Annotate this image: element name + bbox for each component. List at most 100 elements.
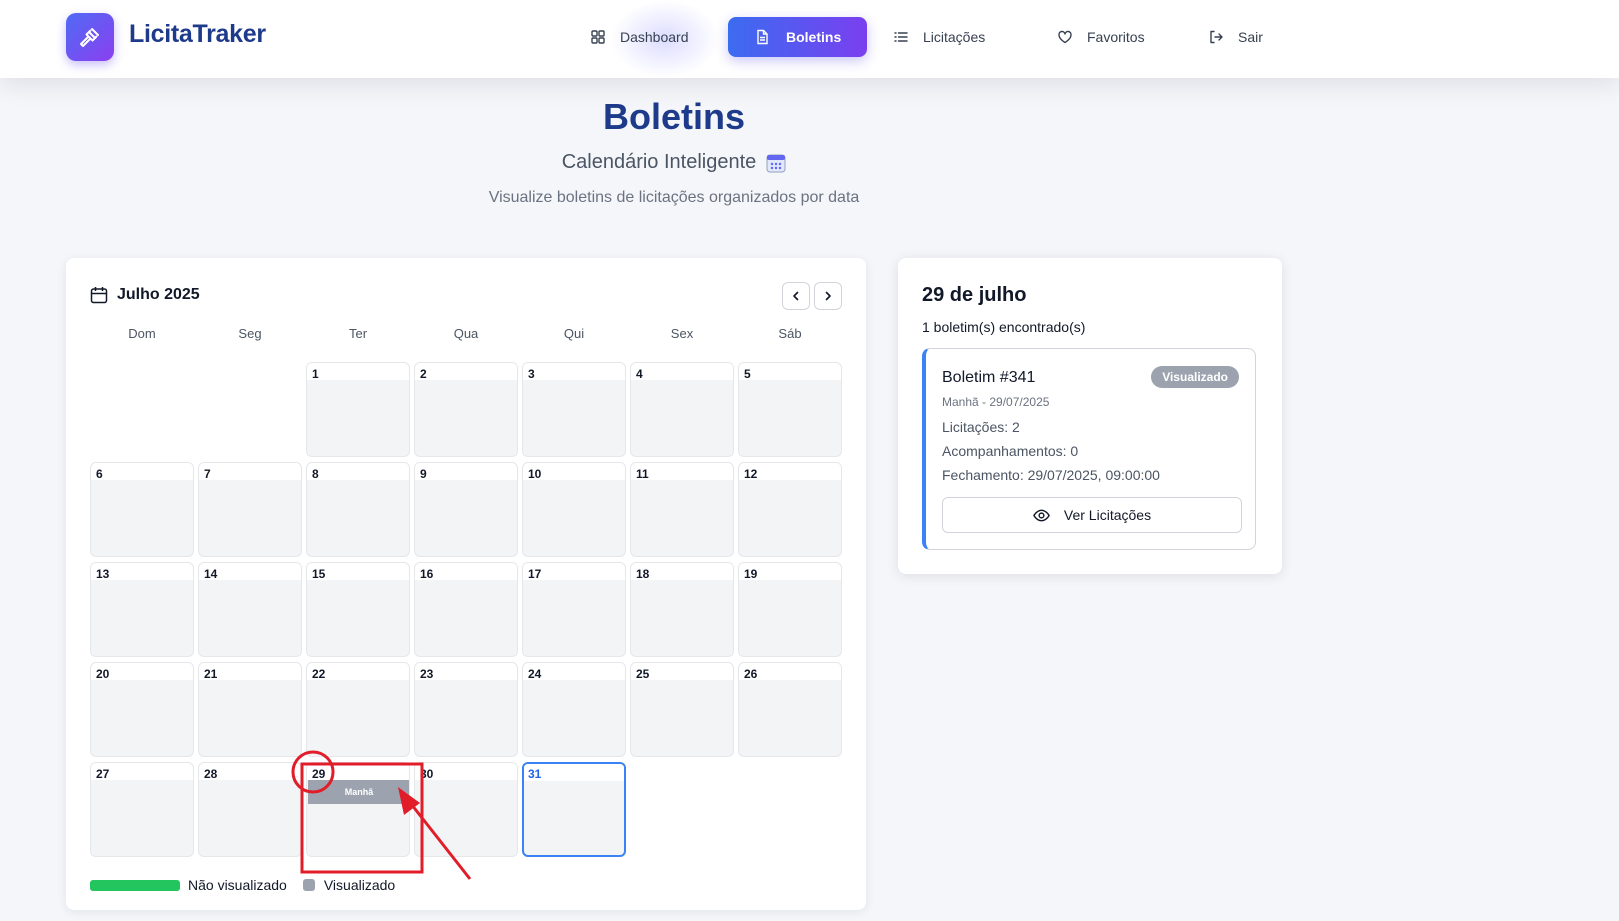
page-subtitle-text: Calendário Inteligente [561,151,757,173]
day-number: 15 [312,567,326,581]
brand-name[interactable]: LicitaTraker [129,20,266,49]
day-number: 11 [636,467,649,481]
bulletin-licitacoes: Licitações: 2 [942,419,1020,435]
calendar-day-14[interactable]: 14 [198,562,302,657]
calendar-day-10[interactable]: 10 [522,462,626,557]
calendar-day-27[interactable]: 27 [90,762,194,857]
day-details-panel: 29 de julho 1 boletim(s) encontrado(s) B… [898,258,1282,574]
day-number: 18 [636,567,650,581]
calendar-day-19[interactable]: 19 [738,562,842,657]
day-number: 29 [312,767,326,781]
day-number: 8 [312,467,319,481]
calendar-day-15[interactable]: 15 [306,562,410,657]
weekday-label: Sáb [778,326,802,341]
previous-month-button[interactable] [782,282,810,310]
weekday-label: Seg [238,326,262,341]
day-number: 6 [96,467,103,481]
day-number: 13 [96,567,110,581]
bulletin-fechamento: Fechamento: 29/07/2025, 09:00:00 [942,467,1160,483]
day-number: 26 [744,667,758,681]
selected-date-title: 29 de julho [922,284,1027,306]
calendar-day-4[interactable]: 4 [630,362,734,457]
day-number: 31 [528,767,542,781]
day-number: 27 [96,767,110,781]
calendar-day-25[interactable]: 25 [630,662,734,757]
weekday-label: Dom [128,326,156,341]
heart-icon [1058,30,1072,44]
legend-viewed-swatch [302,879,315,891]
day-number: 2 [420,367,427,381]
legend-viewed-label: Visualizado [323,877,396,893]
calendar-day-23[interactable]: 23 [414,662,518,757]
calendar-icon [90,287,108,304]
calendar-month-label: Julho 2025 [117,286,200,303]
calendar-day-6[interactable]: 6 [90,462,194,557]
calendar-day-2[interactable]: 2 [414,362,518,457]
nav-item-boletins[interactable]: Boletins [728,17,868,57]
list-icon [894,32,908,42]
weekday-label: Qui [563,326,585,341]
day-number: 25 [636,667,650,681]
nav-item-favoritos[interactable]: Favoritos [1043,17,1159,57]
calendar-day-1[interactable]: 1 [306,362,410,457]
chevron-left-icon [793,291,799,301]
day-number: 17 [528,567,542,581]
day-number: 12 [744,467,758,481]
day-number: 24 [528,667,542,681]
eye-icon [1033,509,1050,521]
next-month-button[interactable] [814,282,842,310]
nav-item-licitacoes[interactable]: Licitações [879,17,999,57]
calendar-day-5[interactable]: 5 [738,362,842,457]
calendar-day-30[interactable]: 30 [414,762,518,857]
day-number: 4 [636,367,643,381]
calendar-day-12[interactable]: 12 [738,462,842,557]
calendar-day-8[interactable]: 8 [306,462,410,557]
weekday-label: Qua [453,326,479,341]
view-licitacoes-button[interactable]: Ver Licitações [942,497,1242,533]
calendar-day-7[interactable]: 7 [198,462,302,557]
calendar-day-24[interactable]: 24 [522,662,626,757]
calendar-day-3[interactable]: 3 [522,362,626,457]
calendar-day-9[interactable]: 9 [414,462,518,557]
chevron-right-icon [825,291,831,301]
legend-not-viewed-label: Não visualizado [188,877,287,893]
view-licitacoes-label: Ver Licitações [1063,507,1152,523]
calendar-day-20[interactable]: 20 [90,662,194,757]
calendar-day-16[interactable]: 16 [414,562,518,657]
legend-not-viewed-swatch [90,879,180,891]
calendar-day-18[interactable]: 18 [630,562,734,657]
calendar-day-26[interactable]: 26 [738,662,842,757]
day-number: 5 [744,367,751,381]
gavel-icon[interactable] [66,13,114,61]
day-number: 14 [204,567,218,581]
document-icon [757,29,768,45]
calendar-day-21[interactable]: 21 [198,662,302,757]
day-number: 20 [96,667,110,681]
day-number: 28 [204,767,218,781]
day-number: 16 [420,567,434,581]
day-number: 23 [420,667,434,681]
calendar-card: Julho 2025 Dom Seg Ter Qua Qui Sex Sáb 1234567… [66,258,866,910]
bulletin-count: 1 boletim(s) encontrado(s) [922,319,1086,335]
bulletin-card[interactable]: Boletim #341 Visualizado Manhã - 29/07/2… [922,348,1256,550]
calendar-legend: Não visualizado Visualizado [90,877,395,893]
nav-item-sair[interactable]: Sair [1194,17,1277,57]
calendar-day-11[interactable]: 11 [630,462,734,557]
calendar-event-chip[interactable]: Manhã [308,780,409,804]
nav-item-label: Licitações [923,29,986,45]
nav-item-dashboard[interactable]: Dashboard [576,17,703,57]
calendar-emoji-icon [766,154,786,172]
calendar-day-29[interactable]: 29 Manhã [306,762,410,857]
nav-item-label: Sair [1238,29,1263,45]
day-number: 21 [204,667,218,681]
calendar-day-13[interactable]: 13 [90,562,194,657]
page-title: Boletins [602,96,745,137]
nav-item-label: Dashboard [620,29,689,45]
page-subtitle: Calendário Inteligente [0,151,1348,174]
bulletin-acompanhamentos: Acompanhamentos: 0 [942,443,1079,459]
calendar-day-22[interactable]: 22 [306,662,410,757]
calendar-day-17[interactable]: 17 [522,562,626,657]
calendar-day-28[interactable]: 28 [198,762,302,857]
weekday-label: Ter [348,326,368,341]
calendar-day-31[interactable]: 31 [522,762,626,857]
